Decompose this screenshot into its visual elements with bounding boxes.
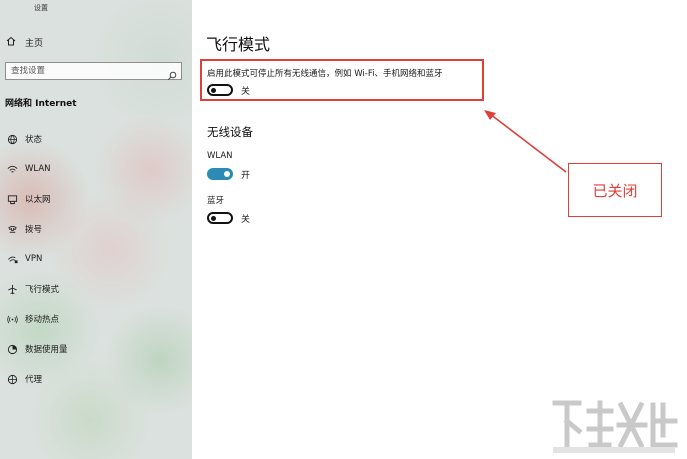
- main-panel: 飞行模式 启用此模式可停止所有无线通信，例如 Wi-Fi、手机网络和蓝牙 关 无…: [192, 0, 687, 459]
- watermark-logo: [552, 400, 678, 453]
- search-icon[interactable]: [167, 66, 177, 81]
- annotation-arrow: [484, 110, 567, 173]
- sidebar-item-data-usage[interactable]: 数据使用量: [0, 334, 192, 364]
- toggle-knob: [224, 171, 230, 177]
- globe-icon: [6, 133, 18, 145]
- wlan-label: WLAN: [207, 151, 233, 161]
- airplane-mode-toggle[interactable]: [207, 84, 233, 96]
- section-title: 网络和 Internet: [5, 99, 77, 109]
- wireless-devices-title: 无线设备: [207, 125, 253, 139]
- annotation-box: 已关闭: [568, 163, 662, 217]
- sidebar-item-label: 拨号: [25, 225, 43, 235]
- dialup-icon: [6, 223, 18, 235]
- page-title: 飞行模式: [206, 35, 271, 54]
- sidebar-item-label: 移动热点: [25, 315, 60, 325]
- wlan-state: 开: [241, 171, 251, 181]
- vpn-icon: [6, 253, 18, 265]
- airplane-mode-description: 启用此模式可停止所有无线通信，例如 Wi-Fi、手机网络和蓝牙: [207, 69, 443, 79]
- ethernet-icon: [6, 193, 18, 205]
- sidebar-item-status[interactable]: 状态: [0, 124, 192, 154]
- home-label: 主页: [25, 39, 44, 49]
- toggle-knob: [211, 216, 216, 221]
- proxy-globe-icon: [6, 373, 18, 385]
- toggle-knob: [211, 88, 216, 93]
- window-title: 设置: [34, 4, 48, 12]
- sidebar-item-label: 飞行模式: [25, 285, 60, 295]
- bluetooth-label: 蓝牙: [207, 196, 225, 206]
- home-icon: [6, 36, 16, 49]
- sidebar-item-ethernet[interactable]: 以太网: [0, 184, 192, 214]
- home-nav-item[interactable]: 主页: [6, 36, 43, 49]
- bluetooth-toggle[interactable]: [207, 212, 233, 224]
- hotspot-icon: [6, 313, 18, 325]
- sidebar-item-dialup[interactable]: 拨号: [0, 214, 192, 244]
- data-usage-icon: [6, 343, 18, 355]
- wifi-icon: [6, 163, 18, 175]
- sidebar-item-label: 代理: [25, 375, 43, 385]
- airplane-icon: [6, 283, 18, 295]
- sidebar-item-label: 以太网: [25, 195, 51, 205]
- wlan-toggle[interactable]: [207, 168, 233, 180]
- sidebar-item-hotspot[interactable]: 移动热点: [0, 304, 192, 334]
- sidebar-item-label: 状态: [25, 135, 43, 145]
- sidebar-item-airplane[interactable]: 飞行模式: [0, 274, 192, 304]
- airplane-mode-state: 关: [241, 87, 251, 97]
- sidebar-item-label: WLAN: [25, 164, 51, 174]
- bluetooth-state: 关: [241, 215, 251, 225]
- sidebar-item-proxy[interactable]: 代理: [0, 364, 192, 394]
- sidebar-item-label: 数据使用量: [25, 345, 68, 355]
- sidebar-item-label: VPN: [25, 254, 43, 264]
- sidebar-nav: 状态 WLAN 以太网 拨号 VPN 飞行模式 移动热点 数据使用量 代理: [0, 124, 192, 394]
- sidebar: 设置 主页 网络和 Internet 状态 WLAN: [0, 0, 192, 459]
- search-box[interactable]: [5, 62, 182, 81]
- annotation-text: 已关闭: [592, 181, 638, 200]
- sidebar-item-wlan[interactable]: WLAN: [0, 154, 192, 184]
- search-input[interactable]: [6, 66, 161, 76]
- sidebar-item-vpn[interactable]: VPN: [0, 244, 192, 274]
